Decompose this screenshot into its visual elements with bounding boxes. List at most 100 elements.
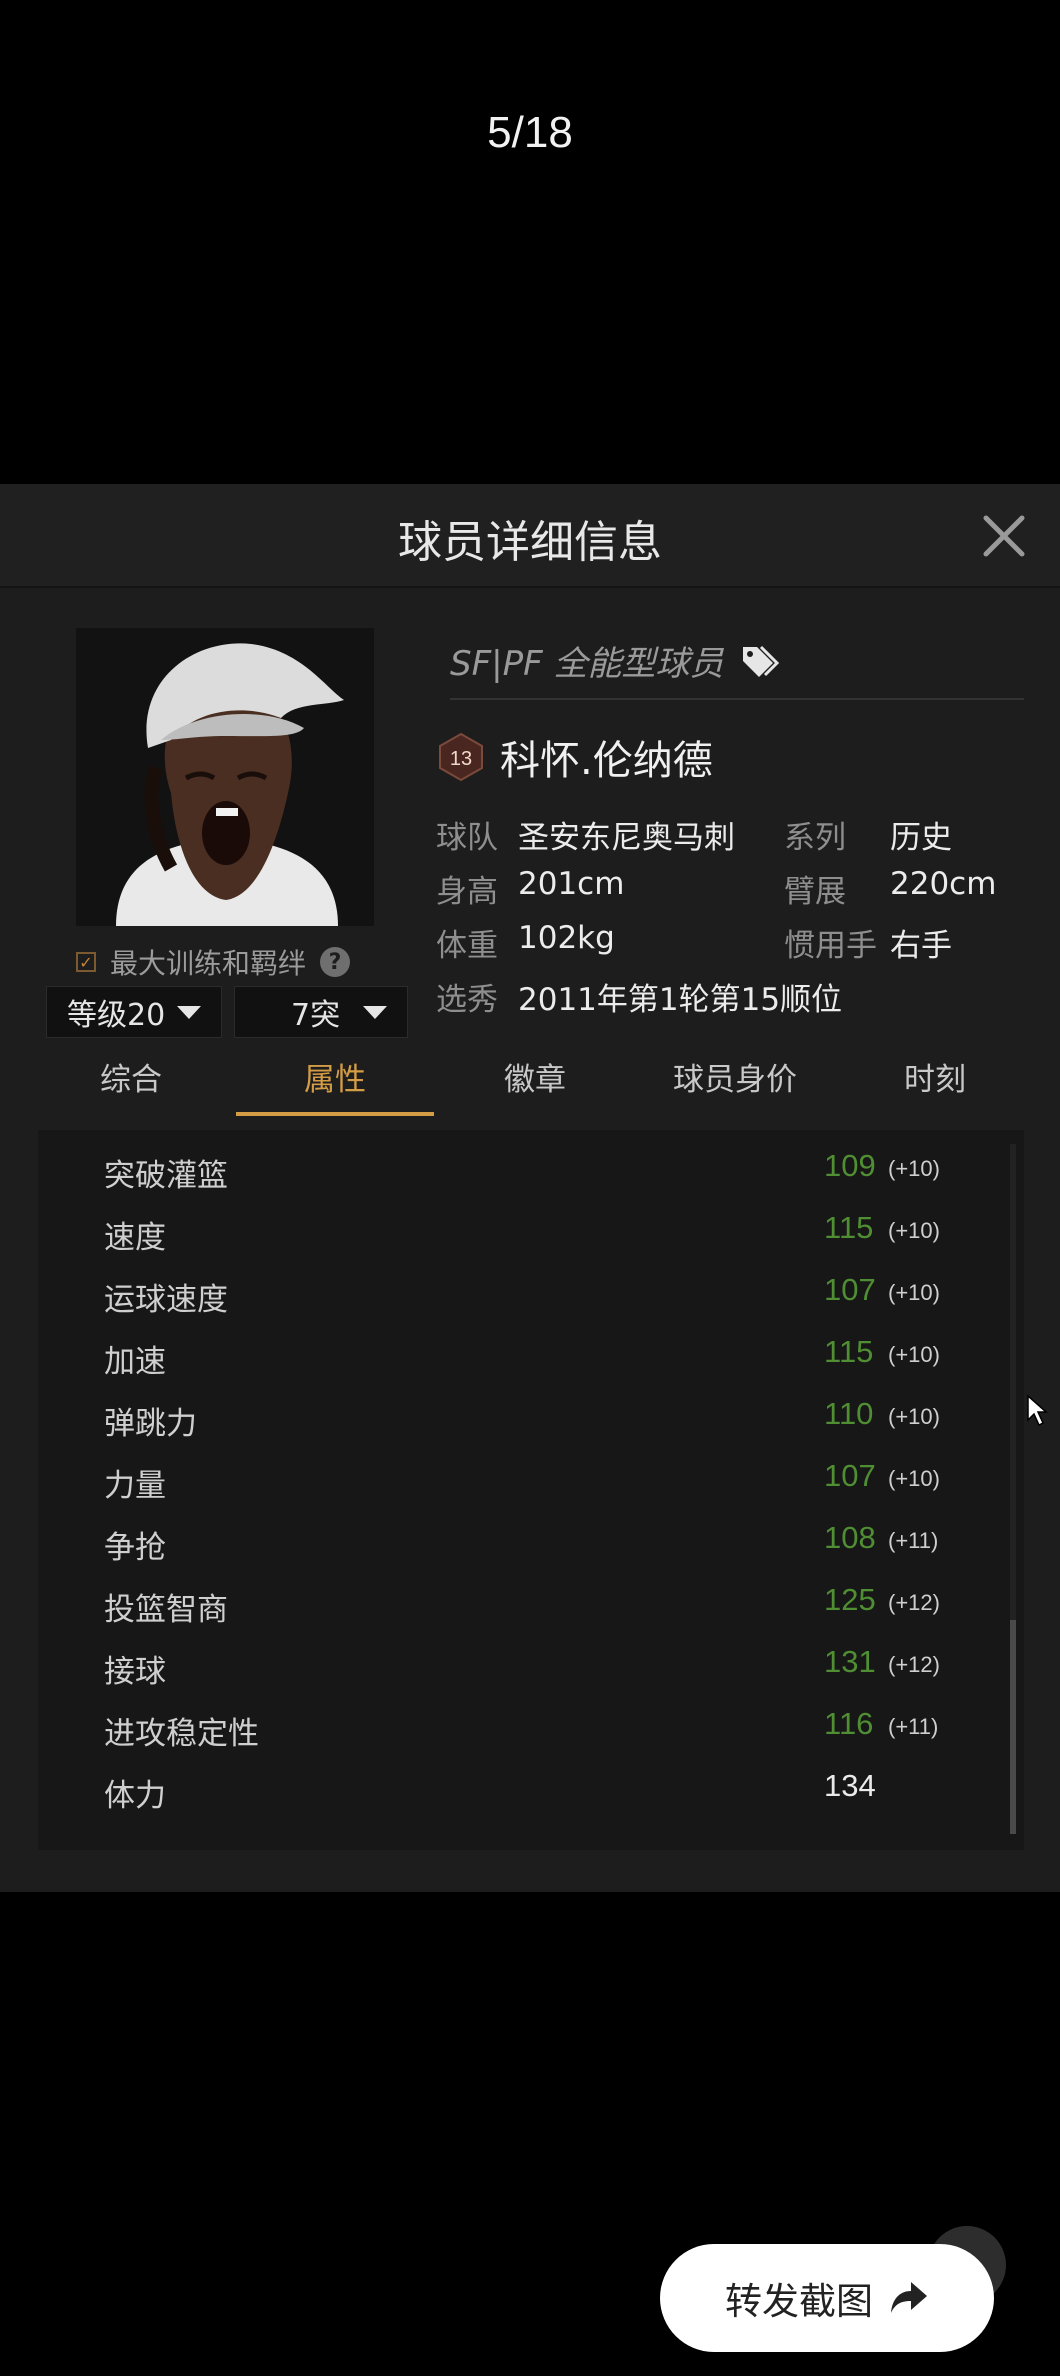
level-dropdown[interactable]: 等级20 (46, 986, 222, 1038)
attribute-value: 125 (824, 1582, 876, 1617)
tab-badges[interactable]: 徽章 (470, 1050, 600, 1116)
help-icon[interactable]: ? (320, 947, 351, 977)
dropdown-arrow-icon (363, 1005, 387, 1019)
share-arrow-icon (891, 2282, 927, 2313)
attribute-bonus: (+11) (888, 1528, 939, 1553)
attribute-value: 115 (824, 1334, 874, 1369)
list-item: 进攻稳定性 116 (+11) (38, 1698, 1024, 1760)
attribute-value: 107 (824, 1272, 876, 1307)
title-bar: 球员详细信息 (0, 484, 1060, 588)
list-item: 争抢 108 (+11) (38, 1512, 1024, 1574)
attribute-bonus: (+10) (888, 1342, 940, 1367)
panel-title: 球员详细信息 (398, 517, 662, 568)
dropdown-arrow-icon (177, 1005, 201, 1019)
list-item: 运球速度 107 (+10) (38, 1264, 1024, 1326)
attribute-bonus: (+12) (888, 1590, 940, 1615)
rank-badge-icon: 13 (439, 732, 483, 782)
attribute-value: 109 (824, 1148, 876, 1183)
attribute-label: 争抢 (104, 1530, 166, 1566)
attribute-label: 体力 (104, 1778, 166, 1814)
attribute-bonus: (+10) (888, 1156, 940, 1181)
position-line: SF|PF 全能型球员 (450, 636, 780, 685)
height-value: 201cm (518, 866, 625, 902)
max-training-toggle[interactable]: ✓ 最大训练和羁绊 ? (76, 942, 351, 982)
tab-bar: 综合 属性 徽章 球员身价 时刻 (0, 1050, 1060, 1116)
image-counter: 5/18 (487, 108, 573, 157)
attribute-bonus: (+12) (888, 1652, 940, 1677)
attribute-value: 107 (824, 1458, 876, 1493)
player-portrait (76, 628, 374, 926)
list-item: 弹跳力 110 (+10) (38, 1388, 1024, 1450)
attribute-bonus: (+10) (888, 1404, 940, 1429)
breakthrough-value: 7突 (291, 998, 341, 1033)
list-item: 速度 115 (+10) (38, 1202, 1024, 1264)
list-item: 加速 115 (+10) (38, 1326, 1024, 1388)
tab-attributes[interactable]: 属性 (236, 1050, 434, 1116)
attribute-value: 131 (824, 1644, 876, 1679)
mouse-cursor-icon (1027, 1394, 1048, 1427)
info-draft: 选秀 2011年第1轮第15顺位 (436, 974, 842, 1019)
hand-label: 惯用手 (784, 928, 877, 964)
series-label: 系列 (784, 820, 846, 856)
attribute-label: 加速 (104, 1344, 166, 1380)
info-weight: 体重 102kg (436, 920, 615, 965)
list-item: 体力 134 (38, 1760, 1024, 1822)
scrollbar-thumb[interactable] (1010, 1620, 1016, 1834)
attribute-label: 运球速度 (104, 1282, 228, 1318)
team-value: 圣安东尼奥马刺 (518, 820, 735, 856)
close-icon[interactable] (976, 508, 1032, 564)
attribute-value: 110 (824, 1396, 874, 1431)
attribute-label: 突破灌篮 (104, 1158, 228, 1194)
draft-label: 选秀 (436, 982, 498, 1018)
badge-number: 13 (450, 748, 472, 770)
list-item: 接球 131 (+12) (38, 1636, 1024, 1698)
series-value: 历史 (890, 820, 952, 856)
position-text: SF|PF 全能型球员 (450, 644, 724, 684)
weight-label: 体重 (436, 928, 498, 964)
list-item: 投篮智商 125 (+12) (38, 1574, 1024, 1636)
attribute-bonus: (+10) (888, 1280, 940, 1305)
attribute-label: 弹跳力 (104, 1406, 197, 1442)
level-value: 等级20 (67, 998, 166, 1033)
attribute-list[interactable]: 突破灌篮 109 (+10) 速度 115 (+10) 运球速度 107 (+1… (38, 1130, 1024, 1850)
info-hand: 惯用手 右手 (784, 920, 952, 965)
tab-moments[interactable]: 时刻 (870, 1050, 1000, 1116)
player-name: 科怀.伦纳德 (500, 738, 713, 784)
breakthrough-dropdown[interactable]: 7突 (234, 986, 408, 1038)
info-wingspan: 臂展 220cm (784, 866, 996, 911)
attribute-label: 接球 (104, 1654, 166, 1690)
attribute-bonus: (+10) (888, 1466, 940, 1491)
info-team: 球队 圣安东尼奥马刺 (436, 812, 735, 857)
attribute-bonus: (+10) (888, 1218, 940, 1243)
share-screenshot-button[interactable]: 转发截图 (660, 2244, 994, 2352)
tag-icon[interactable] (739, 643, 780, 679)
attribute-label: 投篮智商 (104, 1592, 228, 1628)
player-detail-panel: 球员详细信息 ✓ 最大训练和羁绊 ? 等级20 7突 SF|PF 全能型球员 1… (0, 484, 1060, 1892)
attribute-value: 134 (824, 1768, 876, 1803)
attribute-label: 进攻稳定性 (104, 1716, 259, 1752)
attribute-value: 116 (824, 1706, 874, 1741)
attribute-label: 力量 (104, 1468, 166, 1504)
list-item: 力量 107 (+10) (38, 1450, 1024, 1512)
attribute-value: 115 (824, 1210, 874, 1245)
draft-value: 2011年第1轮第15顺位 (518, 982, 843, 1018)
attribute-label: 速度 (104, 1220, 166, 1256)
tab-value[interactable]: 球员身价 (650, 1050, 820, 1116)
tab-overview[interactable]: 综合 (66, 1050, 196, 1116)
weight-value: 102kg (518, 920, 615, 956)
player-name-row: 13 科怀.伦纳德 (436, 728, 713, 786)
wingspan-value: 220cm (890, 866, 997, 902)
hand-value: 右手 (890, 928, 952, 964)
team-label: 球队 (436, 820, 498, 856)
attribute-bonus: (+11) (888, 1714, 939, 1739)
attribute-value: 108 (824, 1520, 876, 1555)
divider (450, 698, 1024, 700)
list-item: 突破灌篮 109 (+10) (38, 1140, 1024, 1202)
max-training-label: 最大训练和羁绊 (110, 947, 307, 980)
wingspan-label: 臂展 (784, 874, 846, 910)
height-label: 身高 (436, 874, 498, 910)
checkbox-checked-icon[interactable]: ✓ (76, 952, 96, 972)
info-series: 系列 历史 (784, 812, 952, 857)
info-height: 身高 201cm (436, 866, 624, 911)
share-label: 转发截图 (725, 2280, 873, 2323)
